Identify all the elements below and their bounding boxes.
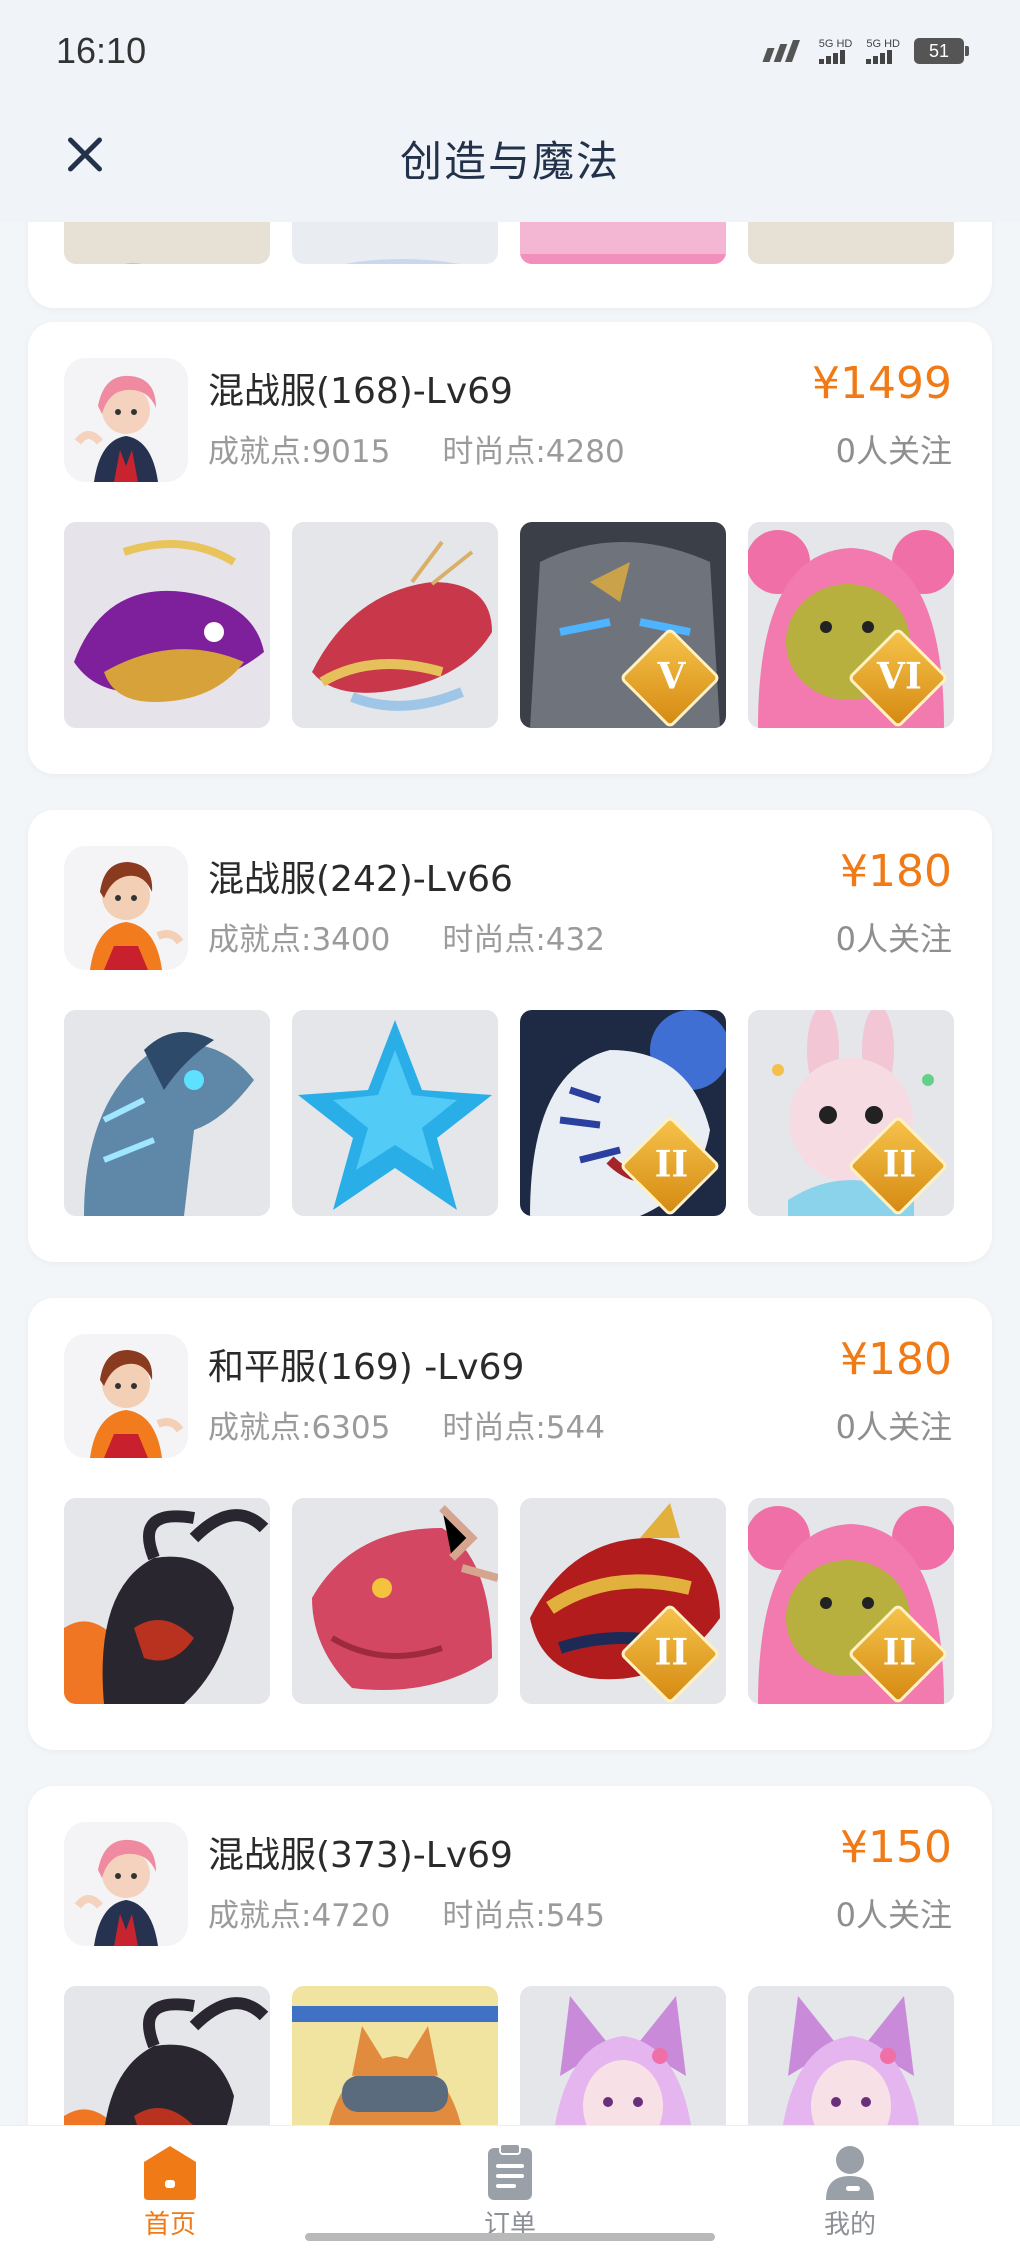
blue-star-icon (292, 1010, 498, 1216)
listing-thumb (292, 222, 498, 264)
listing-thumbs (64, 1986, 954, 2125)
listing-title: 和平服(169) -Lv69 (208, 1347, 525, 1388)
avatar (64, 358, 188, 482)
listing-card[interactable]: 混战服(373)-Lv69 成就点:4720 时尚点:545 ¥150 0人关注 (28, 1786, 992, 2125)
nav-orders[interactable]: 订单 (440, 2142, 580, 2241)
home-indicator[interactable] (305, 2233, 715, 2241)
listing-price: ¥180 (840, 1334, 952, 1385)
black-goat-beast-icon (64, 1498, 270, 1704)
follow-count: 0人关注 (835, 920, 952, 958)
pink-bear-icon: VI (748, 522, 954, 728)
listing-thumbs: II II (64, 1498, 954, 1704)
achievement-points: 成就点:3400 (208, 922, 391, 958)
pink-rabbit-icon: II (748, 1010, 954, 1216)
achievement-points: 成就点:6305 (208, 1410, 391, 1446)
status-time: 16:10 (56, 30, 147, 71)
avatar (64, 846, 188, 970)
order-icon (488, 2143, 532, 2200)
avatar (64, 1822, 188, 1946)
fashion-points: 时尚点:4280 (442, 434, 625, 470)
white-tiger-icon: II (520, 1010, 726, 1216)
listing-thumb (64, 222, 270, 264)
nav-home-label: 首页 (143, 2210, 196, 2240)
corgi-pilot-icon (292, 1986, 498, 2125)
sim2-signal-icon: 5G HD (866, 38, 900, 64)
status-bar: 16:10 5G HD 5G HD 51 (0, 0, 1020, 110)
fashion-points: 时尚点:432 (442, 922, 605, 958)
follow-count: 0人关注 (835, 432, 952, 470)
stone-golem-icon: V (520, 522, 726, 728)
status-icons: 5G HD 5G HD 51 (762, 38, 969, 64)
nav-home[interactable]: 首页 (100, 2142, 240, 2241)
listing-stats: 成就点:3400 时尚点:432 (208, 914, 605, 959)
battery-icon: 51 (914, 38, 969, 64)
listing-price: ¥1499 (812, 358, 952, 409)
listing-thumb (520, 222, 726, 264)
listing-card[interactable]: 混战服(168)-Lv69 成就点:9015 时尚点:4280 ¥1499 0人… (28, 322, 992, 774)
listing-thumb (748, 222, 954, 264)
fox-girl-icon (520, 1986, 726, 2125)
nav-profile[interactable]: 我的 (780, 2142, 920, 2241)
listing-title: 混战服(168)-Lv69 (208, 371, 513, 412)
gold-dragon-icon: II (520, 1498, 726, 1704)
carrier-icon (762, 40, 805, 62)
achievement-points: 成就点:4720 (208, 1898, 391, 1934)
listing-thumbs: II II (64, 1010, 954, 1216)
listing-title: 混战服(373)-Lv69 (208, 1835, 513, 1876)
page-title: 创造与魔法 (399, 137, 620, 186)
fashion-points: 时尚点:544 (442, 1410, 605, 1446)
red-dragon-icon (292, 522, 498, 728)
ice-horse-icon (64, 1010, 270, 1216)
sim1-signal-icon: 5G HD (818, 38, 852, 64)
achievement-points: 成就点:9015 (208, 434, 391, 470)
pink-bear-icon: II (748, 1498, 954, 1704)
listing-price: ¥180 (840, 846, 952, 897)
listing-scroll-area[interactable]: 混战服(168)-Lv69 成就点:9015 时尚点:4280 ¥1499 0人… (0, 222, 1020, 2125)
follow-count: 0人关注 (835, 1408, 952, 1446)
listing-card[interactable]: 和平服(169) -Lv69 成就点:6305 时尚点:544 ¥180 0人关… (28, 1298, 992, 1750)
header: 创造与魔法 (0, 110, 1020, 222)
black-goat-beast-icon (64, 1986, 270, 2125)
listing-price: ¥150 (840, 1822, 952, 1873)
profile-icon (826, 2146, 874, 2200)
fish-mount-icon (64, 522, 270, 728)
follow-count: 0人关注 (835, 1896, 952, 1934)
listing-stats: 成就点:4720 时尚点:545 (208, 1890, 605, 1935)
listing-stats: 成就点:9015 时尚点:4280 (208, 426, 625, 471)
nav-profile-label: 我的 (823, 2210, 876, 2240)
red-dragon-head-icon (292, 1498, 498, 1704)
fox-girl-icon (748, 1986, 954, 2125)
listing-stats: 成就点:6305 时尚点:544 (208, 1402, 605, 1447)
avatar (64, 1334, 188, 1458)
listing-title: 混战服(242)-Lv66 (208, 859, 513, 900)
fashion-points: 时尚点:545 (442, 1898, 605, 1934)
home-icon (144, 2146, 196, 2200)
listing-card[interactable]: 混战服(242)-Lv66 成就点:3400 时尚点:432 ¥180 0人关注 (28, 810, 992, 1262)
listing-card-partial[interactable] (28, 222, 992, 308)
listing-thumbs: V VI (64, 522, 954, 728)
bottom-nav: 首页 订单 我的 (0, 2125, 1020, 2255)
